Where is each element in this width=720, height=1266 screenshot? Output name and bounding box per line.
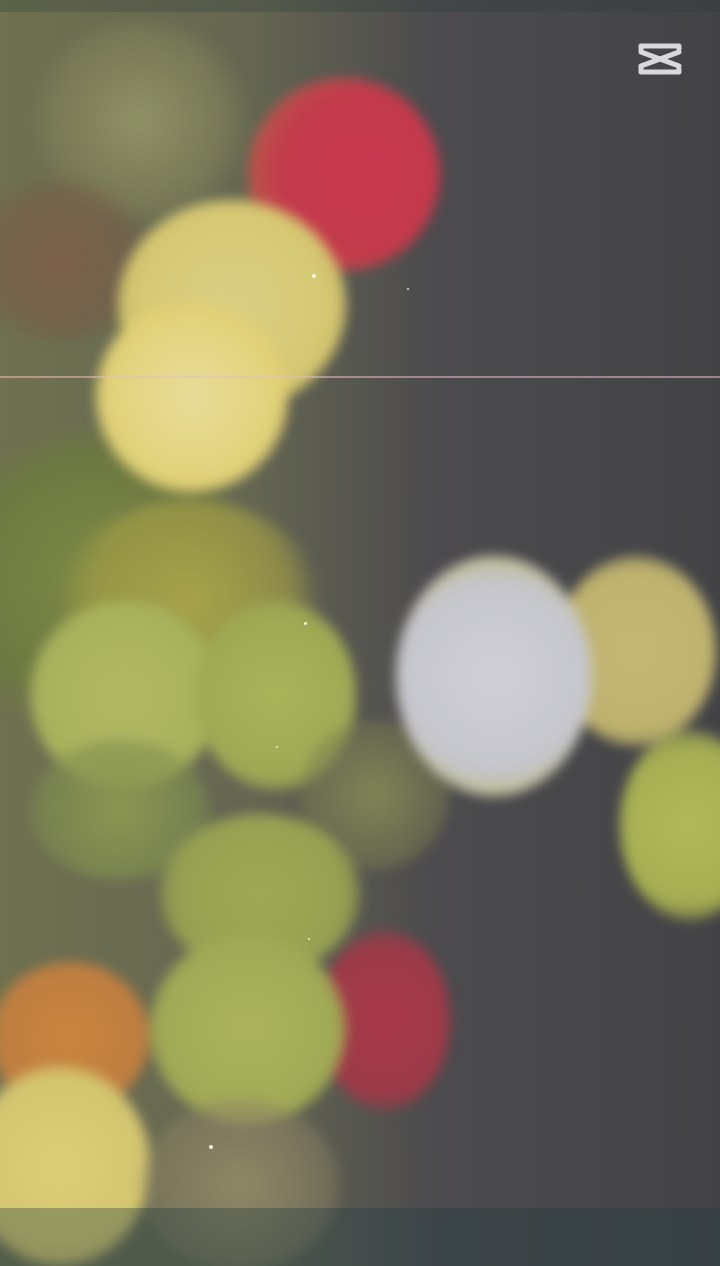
dust-speck <box>209 1145 213 1149</box>
yellow-orb-2 <box>96 300 288 492</box>
capcut-logo-icon <box>636 40 684 78</box>
green-orb-lower-2 <box>150 934 346 1124</box>
dust-speck <box>312 274 316 278</box>
bottom-letterbox-band <box>0 1208 720 1266</box>
top-letterbox-band <box>0 0 720 12</box>
white-orb-right <box>396 556 592 796</box>
dust-speck <box>304 622 307 625</box>
bokeh-background <box>0 0 720 1266</box>
green-orb-far-right <box>620 730 720 920</box>
dust-speck <box>308 938 310 940</box>
video-frame <box>0 0 720 1266</box>
dust-speck <box>407 288 409 290</box>
dust-speck <box>276 746 278 748</box>
horizontal-guide-line <box>0 376 720 378</box>
